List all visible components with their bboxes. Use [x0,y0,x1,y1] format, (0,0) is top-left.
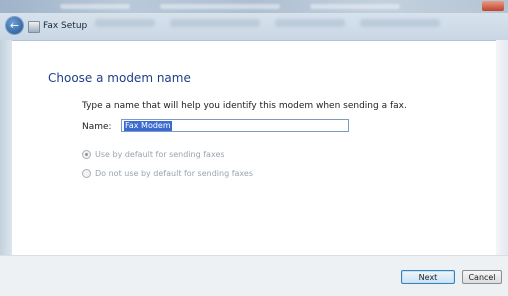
option-label: Do not use by default for sending faxes [95,169,253,178]
title-blur [60,4,130,9]
fax-icon [28,21,40,33]
title-blur [310,4,400,9]
window-frame-left [0,40,12,255]
nav-blur [360,19,440,27]
wizard-content: Choose a modem name Type a name that wil… [12,41,496,255]
instruction-text: Type a name that will help you identify … [82,101,407,111]
nav-blur [275,19,345,27]
title-bar[interactable] [0,0,508,13]
close-icon[interactable] [482,1,504,11]
nav-blur [170,19,260,27]
wizard-footer: Next Cancel [0,255,508,296]
title-blur [160,4,280,9]
option-label: Use by default for sending faxes [95,150,225,159]
modem-name-value: Fax Modem [124,120,172,131]
not-default-option-radio[interactable]: Do not use by default for sending faxes [82,169,253,178]
window-title: Fax Setup [43,21,88,31]
nav-blur [95,19,155,27]
radio-selected-icon [82,150,91,159]
page-title: Choose a modem name [48,71,191,85]
back-arrow-icon[interactable]: ← [6,17,23,34]
next-button[interactable]: Next [401,270,455,284]
modem-name-input[interactable]: Fax Modem [121,119,349,132]
window-frame-right [496,40,508,255]
cancel-button[interactable]: Cancel [462,270,502,284]
navigation-bar: ← Fax Setup [0,13,508,41]
name-label: Name: [82,122,112,132]
radio-unselected-icon [82,169,91,178]
default-option-radio[interactable]: Use by default for sending faxes [82,150,225,159]
